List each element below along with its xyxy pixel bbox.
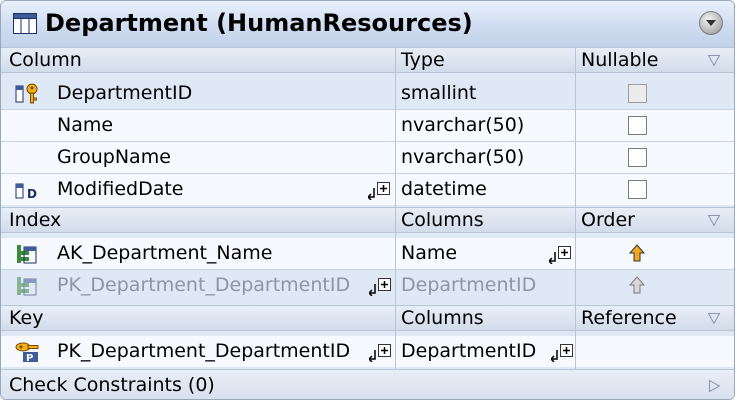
nullable-checkbox[interactable]: [628, 180, 647, 199]
nullable-checkbox[interactable]: [628, 148, 647, 167]
index-name: AK_Department_Name: [57, 242, 273, 264]
column-divider: [575, 47, 576, 207]
column-header-column[interactable]: Column: [9, 49, 82, 71]
filter-triangle-icon[interactable]: [708, 215, 720, 226]
primary-key-icon: P: [15, 342, 39, 363]
index-header-columns[interactable]: Columns: [401, 209, 484, 231]
column-divider: [575, 305, 576, 369]
column-divider: [575, 207, 576, 305]
column-type: datetime: [401, 178, 487, 200]
column-name: ModifiedDate: [57, 178, 184, 200]
column-row[interactable]: DepartmentID smallint: [1, 78, 734, 110]
index-header: Index Columns Order: [1, 207, 734, 233]
primary-key-icon: [15, 83, 38, 104]
ascending-arrow-icon[interactable]: [629, 244, 645, 262]
key-header: Key Columns Reference: [1, 305, 734, 331]
key-header-columns[interactable]: Columns: [401, 307, 484, 329]
column-divider: [395, 47, 396, 207]
nullable-checkbox: [628, 84, 647, 103]
index-row[interactable]: PK_Department_DepartmentID DepartmentID: [1, 270, 734, 301]
index-header-order[interactable]: Order: [581, 209, 635, 231]
svg-text:D: D: [27, 187, 37, 201]
ascending-arrow-icon[interactable]: [629, 276, 645, 294]
expand-link-icon[interactable]: [369, 278, 393, 296]
filter-triangle-icon[interactable]: [708, 313, 720, 324]
table-title: Department (HumanResources): [45, 9, 473, 37]
column-name: DepartmentID: [57, 82, 193, 104]
index-columns: DepartmentID: [401, 274, 537, 296]
key-columns: DepartmentID: [401, 340, 537, 362]
column-header-nullable[interactable]: Nullable: [581, 49, 658, 71]
default-value-icon: D: [15, 183, 37, 201]
key-name: PK_Department_DepartmentID: [57, 340, 351, 362]
check-constraints-header[interactable]: Check Constraints (0): [1, 369, 734, 399]
column-name: GroupName: [57, 146, 171, 168]
key-row[interactable]: P PK_Department_DepartmentID DepartmentI…: [1, 336, 734, 367]
column-row[interactable]: GroupName nvarchar(50): [1, 142, 734, 174]
column-divider: [395, 207, 396, 305]
title-bar[interactable]: Department (HumanResources): [1, 1, 734, 48]
filter-triangle-icon[interactable]: [708, 55, 720, 66]
column-header-type[interactable]: Type: [401, 49, 445, 71]
column-type: smallint: [401, 82, 477, 104]
nullable-checkbox[interactable]: [628, 116, 647, 135]
column-divider: [395, 305, 396, 369]
column-type: nvarchar(50): [401, 114, 525, 136]
columns-header: Column Type Nullable: [1, 47, 734, 73]
column-row[interactable]: D ModifiedDate datetime: [1, 174, 734, 205]
key-header-reference[interactable]: Reference: [581, 307, 677, 329]
key-header-key[interactable]: Key: [9, 307, 43, 329]
svg-text:P: P: [26, 353, 33, 363]
expand-triangle-icon[interactable]: [709, 380, 720, 392]
index-row[interactable]: AK_Department_Name Name: [1, 238, 734, 270]
check-constraints-label: Check Constraints (0): [9, 374, 215, 396]
index-name: PK_Department_DepartmentID: [57, 274, 351, 296]
expand-link-icon[interactable]: [368, 182, 392, 200]
table-design-panel: Department (HumanResources) Column Type …: [0, 0, 735, 400]
unique-index-icon: [17, 277, 37, 296]
column-row[interactable]: Name nvarchar(50): [1, 110, 734, 142]
expand-link-icon[interactable]: [551, 344, 575, 362]
expand-link-icon[interactable]: [549, 246, 573, 264]
index-columns: Name: [401, 242, 458, 264]
unique-index-icon: [17, 245, 37, 264]
collapse-button[interactable]: [699, 11, 723, 35]
index-header-index[interactable]: Index: [9, 209, 61, 231]
table-icon: [13, 13, 37, 34]
expand-link-icon[interactable]: [369, 344, 393, 362]
column-type: nvarchar(50): [401, 146, 525, 168]
column-name: Name: [57, 114, 114, 136]
